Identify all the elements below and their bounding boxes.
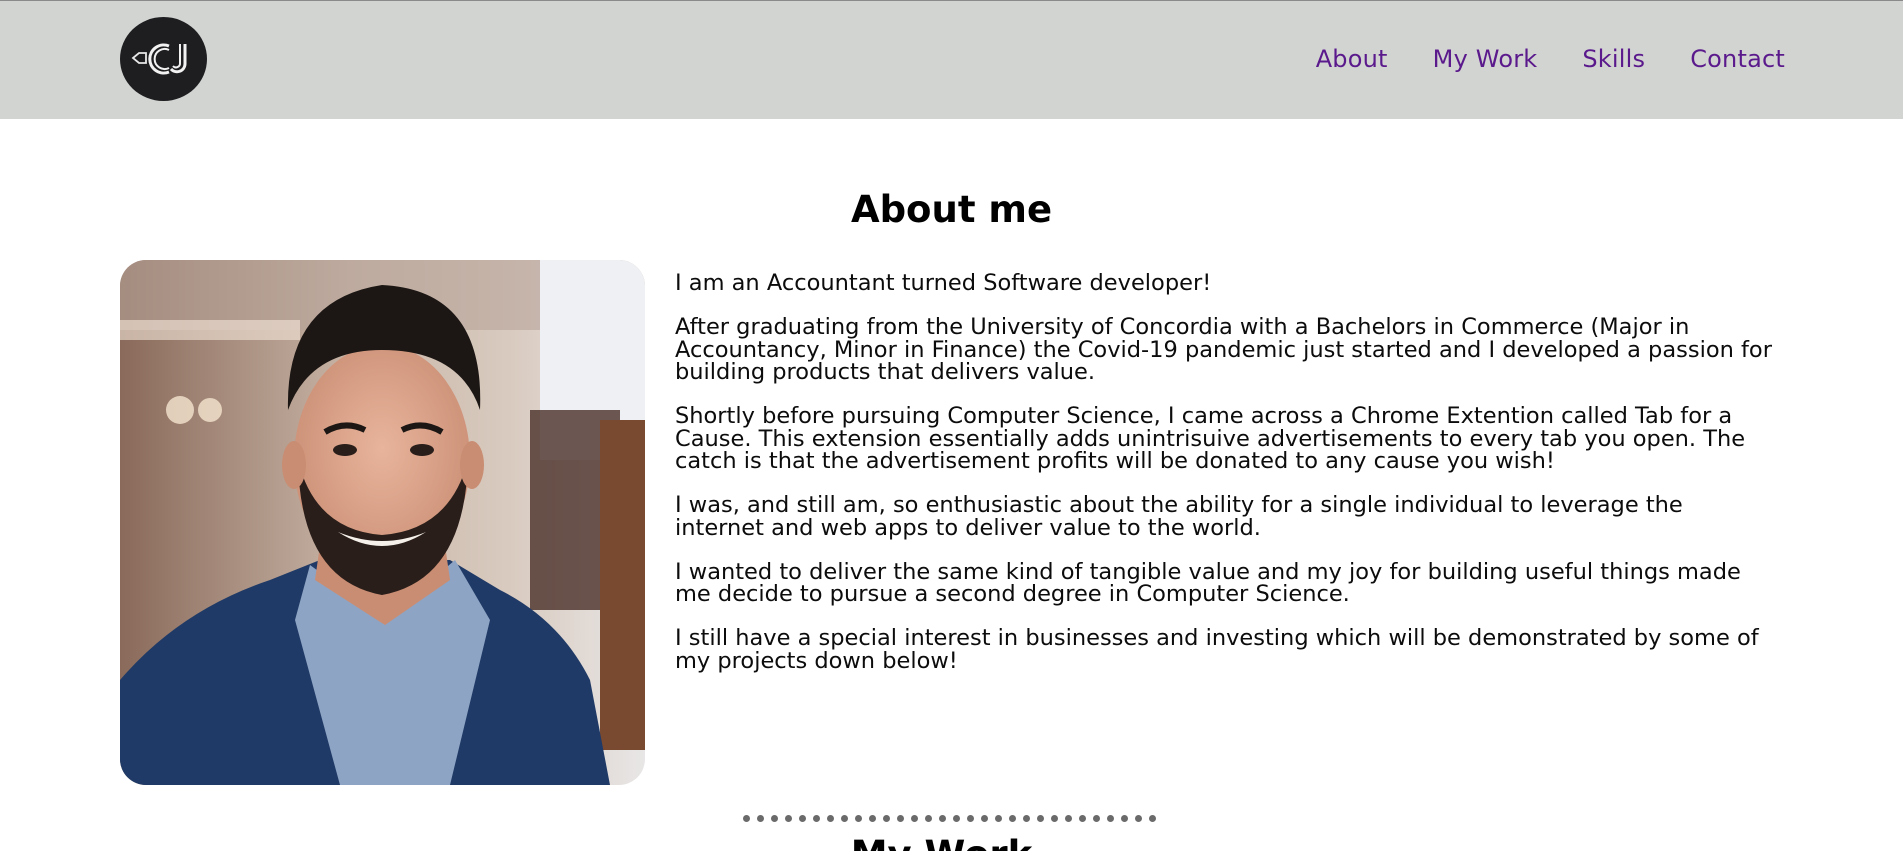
divider-dot: [855, 815, 862, 822]
divider-dot: [757, 815, 764, 822]
bio-paragraph: I wanted to deliver the same kind of tan…: [675, 558, 1741, 607]
divider-dot: [771, 815, 778, 822]
divider-dot: [1009, 815, 1016, 822]
divider-dot: [883, 815, 890, 822]
divider-dot: [827, 815, 834, 822]
logo[interactable]: [120, 17, 207, 101]
profile-photo: [120, 260, 645, 785]
my-work-title-wrap: My Work: [0, 835, 1903, 851]
profile-photo-icon: [120, 260, 645, 785]
about-title: About me: [850, 188, 1053, 231]
divider-dot: [1121, 815, 1128, 822]
divider-dot: [925, 815, 932, 822]
main-nav: About My Work Skills Contact: [1316, 45, 1785, 73]
divider-dot: [1023, 815, 1030, 822]
cj-logo-icon: [131, 43, 186, 75]
divider-dot: [897, 815, 904, 822]
divider-dot: [967, 815, 974, 822]
my-work-title: My Work: [851, 835, 1033, 851]
divider-dot: [1037, 815, 1044, 822]
divider-dot: [869, 815, 876, 822]
divider-dot: [995, 815, 1002, 822]
nav-contact[interactable]: Contact: [1690, 45, 1785, 73]
divider-dot: [1093, 815, 1100, 822]
divider-dot: [939, 815, 946, 822]
section-divider: [743, 815, 1156, 822]
bio-paragraph: Shortly before pursuing Computer Science…: [675, 403, 1746, 474]
divider-dot: [981, 815, 988, 822]
divider-dot: [1107, 815, 1114, 822]
bio-paragraph: I was, and still am, so enthusiastic abo…: [675, 492, 1683, 541]
divider-dot: [1135, 815, 1142, 822]
about-title-wrap: About me: [0, 188, 1903, 231]
nav-about[interactable]: About: [1316, 45, 1388, 73]
divider-dot: [813, 815, 820, 822]
bio-paragraph: After graduating from the University of …: [675, 314, 1772, 385]
divider-dot: [1051, 815, 1058, 822]
divider-dot: [1065, 815, 1072, 822]
site-header: About My Work Skills Contact: [0, 0, 1903, 119]
divider-dot: [953, 815, 960, 822]
divider-dot: [799, 815, 806, 822]
divider-dot: [785, 815, 792, 822]
divider-dot: [841, 815, 848, 822]
divider-dot: [1149, 815, 1156, 822]
about-bio: I am an Accountant turned Software devel…: [675, 272, 1775, 694]
divider-dot: [743, 815, 750, 822]
divider-dot: [911, 815, 918, 822]
nav-skills[interactable]: Skills: [1582, 45, 1645, 73]
nav-my-work[interactable]: My Work: [1433, 45, 1538, 73]
bio-paragraph: I am an Accountant turned Software devel…: [675, 270, 1212, 296]
divider-dot: [1079, 815, 1086, 822]
bio-paragraph: I still have a special interest in busin…: [675, 625, 1759, 674]
